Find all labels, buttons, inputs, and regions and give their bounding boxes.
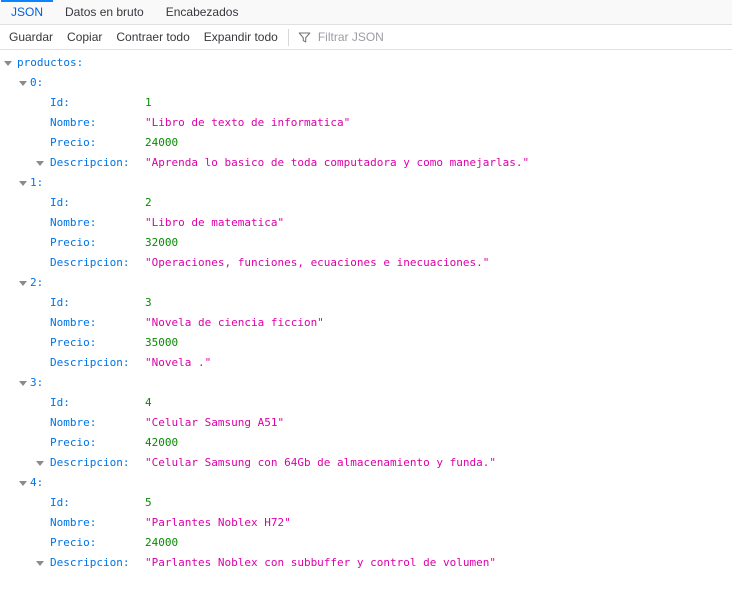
tab-raw-data[interactable]: Datos en bruto — [54, 0, 155, 24]
property-key: Id: — [50, 296, 70, 309]
twisty-icon[interactable] — [36, 461, 44, 466]
property-key: 3: — [30, 376, 44, 389]
property-key: Id: — [50, 396, 70, 409]
property-value: 3 — [145, 296, 152, 309]
property-value: 5 — [145, 496, 152, 509]
twisty-icon[interactable] — [36, 161, 44, 166]
tab-json[interactable]: JSON — [0, 0, 54, 24]
json-row[interactable]: Id: 2 — [0, 193, 732, 213]
tab-headers-label: Encabezados — [165, 5, 239, 19]
json-row[interactable]: Descripcion: "Novela ." — [0, 353, 732, 373]
property-key: Descripcion: — [50, 556, 130, 569]
json-row[interactable]: Nombre: "Celular Samsung A51" — [0, 413, 732, 433]
property-key: Id: — [50, 196, 70, 209]
property-value: "Novela ." — [145, 356, 212, 369]
property-key: Id: — [50, 496, 70, 509]
json-row[interactable]: 3: — [0, 373, 732, 393]
twisty-icon[interactable] — [19, 281, 27, 286]
property-key: Nombre: — [50, 516, 97, 529]
property-value: 4 — [145, 396, 152, 409]
property-key: Precio: — [50, 136, 97, 149]
json-row[interactable]: Precio: 35000 — [0, 333, 732, 353]
property-key: productos: — [17, 56, 84, 69]
property-key: Descripcion: — [50, 356, 130, 369]
tab-raw-data-label: Datos en bruto — [65, 5, 144, 19]
property-value: 1 — [145, 96, 152, 109]
property-value: 24000 — [145, 136, 179, 149]
json-row[interactable]: Precio: 32000 — [0, 233, 732, 253]
property-key: Nombre: — [50, 416, 97, 429]
json-row[interactable]: 4: — [0, 473, 732, 493]
json-row[interactable]: Precio: 24000 — [0, 133, 732, 153]
property-key: 2: — [30, 276, 44, 289]
property-key: Descripcion: — [50, 256, 130, 269]
json-tree: productos: 0: Id: 1 Nombre: "Libro de texto d… — [0, 50, 732, 573]
twisty-icon[interactable] — [19, 81, 27, 86]
property-value: 24000 — [145, 536, 179, 549]
json-row[interactable]: 0: — [0, 73, 732, 93]
property-key: 1: — [30, 176, 44, 189]
property-value: "Operaciones, funciones, ecuaciones e in… — [145, 256, 490, 269]
json-row[interactable]: Descripcion: "Aprenda lo basico de toda c… — [0, 153, 732, 173]
property-key: Nombre: — [50, 116, 97, 129]
property-value: 35000 — [145, 336, 179, 349]
toolbar-separator — [287, 28, 289, 46]
property-value: 32000 — [145, 236, 179, 249]
twisty-icon[interactable] — [36, 561, 44, 566]
filter-json-input[interactable] — [315, 29, 426, 45]
property-key: Nombre: — [50, 316, 97, 329]
filter-box — [292, 29, 426, 45]
property-value: "Novela de ciencia ficcion" — [145, 316, 324, 329]
property-key: Id: — [50, 96, 70, 109]
json-row[interactable]: Id: 1 — [0, 93, 732, 113]
tab-headers[interactable]: Encabezados — [155, 0, 250, 24]
property-key: Precio: — [50, 236, 97, 249]
json-row[interactable]: Descripcion: "Parlantes Noblex con subbuf… — [0, 553, 732, 573]
json-row[interactable]: Nombre: "Libro de matematica" — [0, 213, 732, 233]
json-row[interactable]: Precio: 24000 — [0, 533, 732, 553]
property-key: Descripcion: — [50, 156, 130, 169]
json-row[interactable]: Nombre: "Libro de texto de informatica" — [0, 113, 732, 133]
tab-json-label: JSON — [11, 5, 44, 19]
property-value: "Celular Samsung A51" — [145, 416, 285, 429]
property-value: "Parlantes Noblex H72" — [145, 516, 291, 529]
copy-button[interactable]: Copiar — [60, 30, 109, 44]
property-value: "Parlantes Noblex con subbuffer y contro… — [145, 556, 496, 569]
property-value: "Celular Samsung con 64Gb de almacenamie… — [145, 456, 496, 469]
json-row[interactable]: Id: 3 — [0, 293, 732, 313]
json-row[interactable]: Descripcion: "Celular Samsung con 64Gb de… — [0, 453, 732, 473]
expand-all-button[interactable]: Expandir todo — [197, 30, 285, 44]
json-row[interactable]: Nombre: "Novela de ciencia ficcion" — [0, 313, 732, 333]
json-viewer-window: JSON Datos en bruto Encabezados Guardar … — [0, 0, 732, 600]
property-key: Descripcion: — [50, 456, 130, 469]
property-value: "Libro de matematica" — [145, 216, 285, 229]
property-key: 0: — [30, 76, 44, 89]
json-toolbar: Guardar Copiar Contraer todo Expandir to… — [0, 25, 732, 50]
json-row[interactable]: Id: 4 — [0, 393, 732, 413]
property-key: 4: — [30, 476, 44, 489]
property-key: Precio: — [50, 536, 97, 549]
collapse-all-button[interactable]: Contraer todo — [109, 30, 196, 44]
property-value: 2 — [145, 196, 152, 209]
property-key: Precio: — [50, 336, 97, 349]
twisty-icon[interactable] — [19, 381, 27, 386]
tab-bar: JSON Datos en bruto Encabezados — [0, 0, 732, 25]
json-row[interactable]: Descripcion: "Operaciones, funciones, ecu… — [0, 253, 732, 273]
twisty-icon[interactable] — [19, 481, 27, 486]
property-value: 42000 — [145, 436, 179, 449]
json-row[interactable]: Precio: 42000 — [0, 433, 732, 453]
property-key: Nombre: — [50, 216, 97, 229]
json-row[interactable]: productos: — [0, 53, 732, 73]
json-row[interactable]: 1: — [0, 173, 732, 193]
twisty-icon[interactable] — [19, 181, 27, 186]
save-button[interactable]: Guardar — [2, 30, 60, 44]
property-value: "Libro de texto de informatica" — [145, 116, 351, 129]
property-value: "Aprenda lo basico de toda computadora y… — [145, 156, 530, 169]
property-key: Precio: — [50, 436, 97, 449]
twisty-icon[interactable] — [4, 61, 12, 66]
json-row[interactable]: Id: 5 — [0, 493, 732, 513]
json-row[interactable]: 2: — [0, 273, 732, 293]
json-row[interactable]: Nombre: "Parlantes Noblex H72" — [0, 513, 732, 533]
filter-funnel-icon — [298, 32, 311, 42]
